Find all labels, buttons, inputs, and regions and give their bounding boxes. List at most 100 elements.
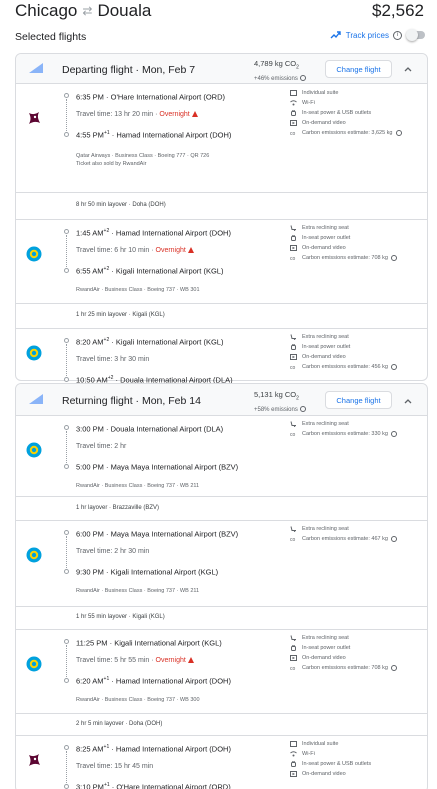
travel-time: Travel time: 2 hr 30 min [76, 548, 150, 555]
amenities-list: Extra reclining seat co Carbon emissions e… [290, 524, 397, 544]
reclining-seat-icon [290, 635, 297, 641]
departure-time: 8:20 AM [76, 337, 104, 347]
timeline-dot [64, 229, 69, 234]
returning-label: Returning flight [62, 395, 133, 407]
day-offset: +1 [103, 744, 110, 750]
travel-time-line: Travel time: 3 hr 30 min [76, 356, 149, 363]
layover-row: 1 hr 25 min layover · Kigali (KGL) [16, 303, 427, 329]
track-prices-toggle[interactable] [406, 29, 425, 41]
selected-flights-title: Selected flights [15, 31, 87, 43]
arrival-line: 9:30 PM · Kigali International Airport (… [76, 567, 219, 577]
change-returning-flight-button[interactable]: Change flight [325, 391, 392, 409]
timeline-dot [64, 377, 69, 382]
video-icon [290, 354, 297, 360]
day-offset: +2 [107, 375, 114, 381]
co2-icon: co [290, 665, 297, 671]
amenity-item: Individual suite [290, 88, 402, 98]
timeline-line [66, 751, 67, 783]
top-bar: Chicago ⇄ Douala $2,562 [0, 0, 437, 24]
ticket-note: Ticket also sold by RwandAir [76, 161, 147, 167]
departure-line: 11:25 PM · Kigali International Airport … [76, 638, 222, 648]
departure-airport: Douala International Airport (DLA) [110, 424, 224, 434]
layover-row: 1 hr layover · Brazzaville (BZV) [16, 496, 427, 521]
info-icon[interactable] [390, 665, 397, 671]
returning-flight-header[interactable]: Returning flight · Mon, Feb 14 5,131 kg … [16, 384, 427, 416]
info-icon[interactable] [390, 255, 397, 261]
co2-icon: co [290, 536, 297, 542]
info-icon[interactable] [299, 74, 306, 81]
amenity-item: Extra reclining seat [290, 633, 397, 643]
change-departing-flight-button[interactable]: Change flight [325, 60, 392, 78]
rwandair-logo [26, 246, 42, 262]
timeline-dot [64, 784, 69, 789]
amenity-label: On-demand video [302, 354, 346, 360]
info-icon[interactable] [390, 536, 397, 542]
track-prices[interactable]: Track prices i [330, 29, 425, 41]
amenity-item: On-demand video [290, 653, 397, 663]
chevron-up-icon[interactable] [404, 65, 412, 73]
amenity-item: Extra reclining seat [290, 332, 397, 342]
day-offset: +1 [103, 782, 110, 788]
amenity-label: Extra reclining seat [302, 225, 349, 231]
flight-segment: 8:20 AM+2 · Kigali International Airport… [16, 329, 427, 402]
emissions-delta: +46% emissions [254, 75, 298, 82]
warning-icon [191, 111, 198, 117]
timeline-dot [64, 425, 69, 430]
layover-text: 8 hr 50 min layover · Doha (DOH) [76, 202, 166, 208]
arrival-time: 6:55 AM [76, 266, 104, 276]
amenity-item: Extra reclining seat [290, 419, 397, 429]
amenity-label: On-demand video [302, 120, 346, 126]
flight-details: RwandAir · Business Class · Boeing 737 ·… [76, 286, 200, 294]
returning-flight-card: Returning flight · Mon, Feb 14 5,131 kg … [15, 383, 428, 789]
amenity-item: On-demand video [290, 769, 371, 779]
qatar-airways-logo [26, 110, 42, 126]
flight-segment: 8:25 AM+1 · Hamad International Airport … [16, 736, 427, 789]
amenity-item: On-demand video [290, 118, 402, 128]
wifi-icon [290, 100, 297, 106]
departing-flight-header[interactable]: Departing flight · Mon, Feb 7 4,789 kg C… [16, 54, 427, 84]
co2-icon: co [290, 431, 297, 437]
layover-text: 1 hr 25 min layover · Kigali (KGL) [76, 312, 165, 318]
reclining-seat-icon [290, 526, 297, 532]
returning-flight-title: Returning flight · Mon, Feb 14 [62, 395, 201, 407]
emissions-delta: +58% emissions [254, 406, 298, 413]
video-icon [290, 771, 297, 777]
route-title: Chicago ⇄ Douala [15, 1, 151, 21]
departure-time: 11:25 PM [76, 638, 108, 648]
flight-details: RwandAir · Business Class · Boeing 737 ·… [76, 587, 199, 595]
svg-text:co: co [290, 666, 296, 671]
day-offset: +1 [103, 676, 110, 682]
info-icon[interactable] [299, 405, 306, 412]
info-icon[interactable] [390, 431, 397, 437]
info-icon[interactable] [395, 130, 402, 136]
arrival-line: 3:10 PM+1 · O'Hare International Airport… [76, 782, 231, 789]
amenity-label: Individual suite [302, 741, 339, 747]
timeline-dot [64, 338, 69, 343]
co2-subscript: 2 [296, 395, 299, 402]
timeline-line [66, 344, 67, 376]
flight-details: RwandAir · Business Class · Boeing 737 ·… [76, 696, 200, 704]
amenity-label: In-seat power outlet [302, 344, 351, 350]
rwandair-logo [26, 547, 42, 563]
svg-text:co: co [290, 256, 296, 261]
returning-date: Mon, Feb 14 [141, 395, 201, 407]
amenity-item: Extra reclining seat [290, 223, 397, 233]
overnight-label: Overnight [155, 657, 186, 664]
plane-tail-icon [29, 394, 43, 404]
arrival-time: 9:30 PM [76, 567, 104, 577]
overnight-label: Overnight [155, 247, 186, 254]
co2-value: 4,789 kg CO [254, 59, 297, 68]
svg-text:co: co [290, 537, 296, 542]
departure-line: 6:00 PM · Maya Maya International Airpor… [76, 529, 239, 539]
co2-icon: co [290, 255, 297, 261]
amenity-item: In-seat power & USB outlets [290, 108, 402, 118]
arrival-airport: O'Hare International Airport (ORD) [116, 782, 231, 789]
wifi-icon [290, 751, 297, 757]
chevron-up-icon[interactable] [404, 397, 412, 405]
info-icon[interactable] [390, 364, 397, 370]
info-icon[interactable]: i [393, 30, 402, 40]
amenity-label: Extra reclining seat [302, 421, 349, 427]
timeline-dot [64, 464, 69, 469]
departure-airport: Kigali International Airport (KGL) [114, 638, 222, 648]
toggle-knob [406, 29, 418, 41]
